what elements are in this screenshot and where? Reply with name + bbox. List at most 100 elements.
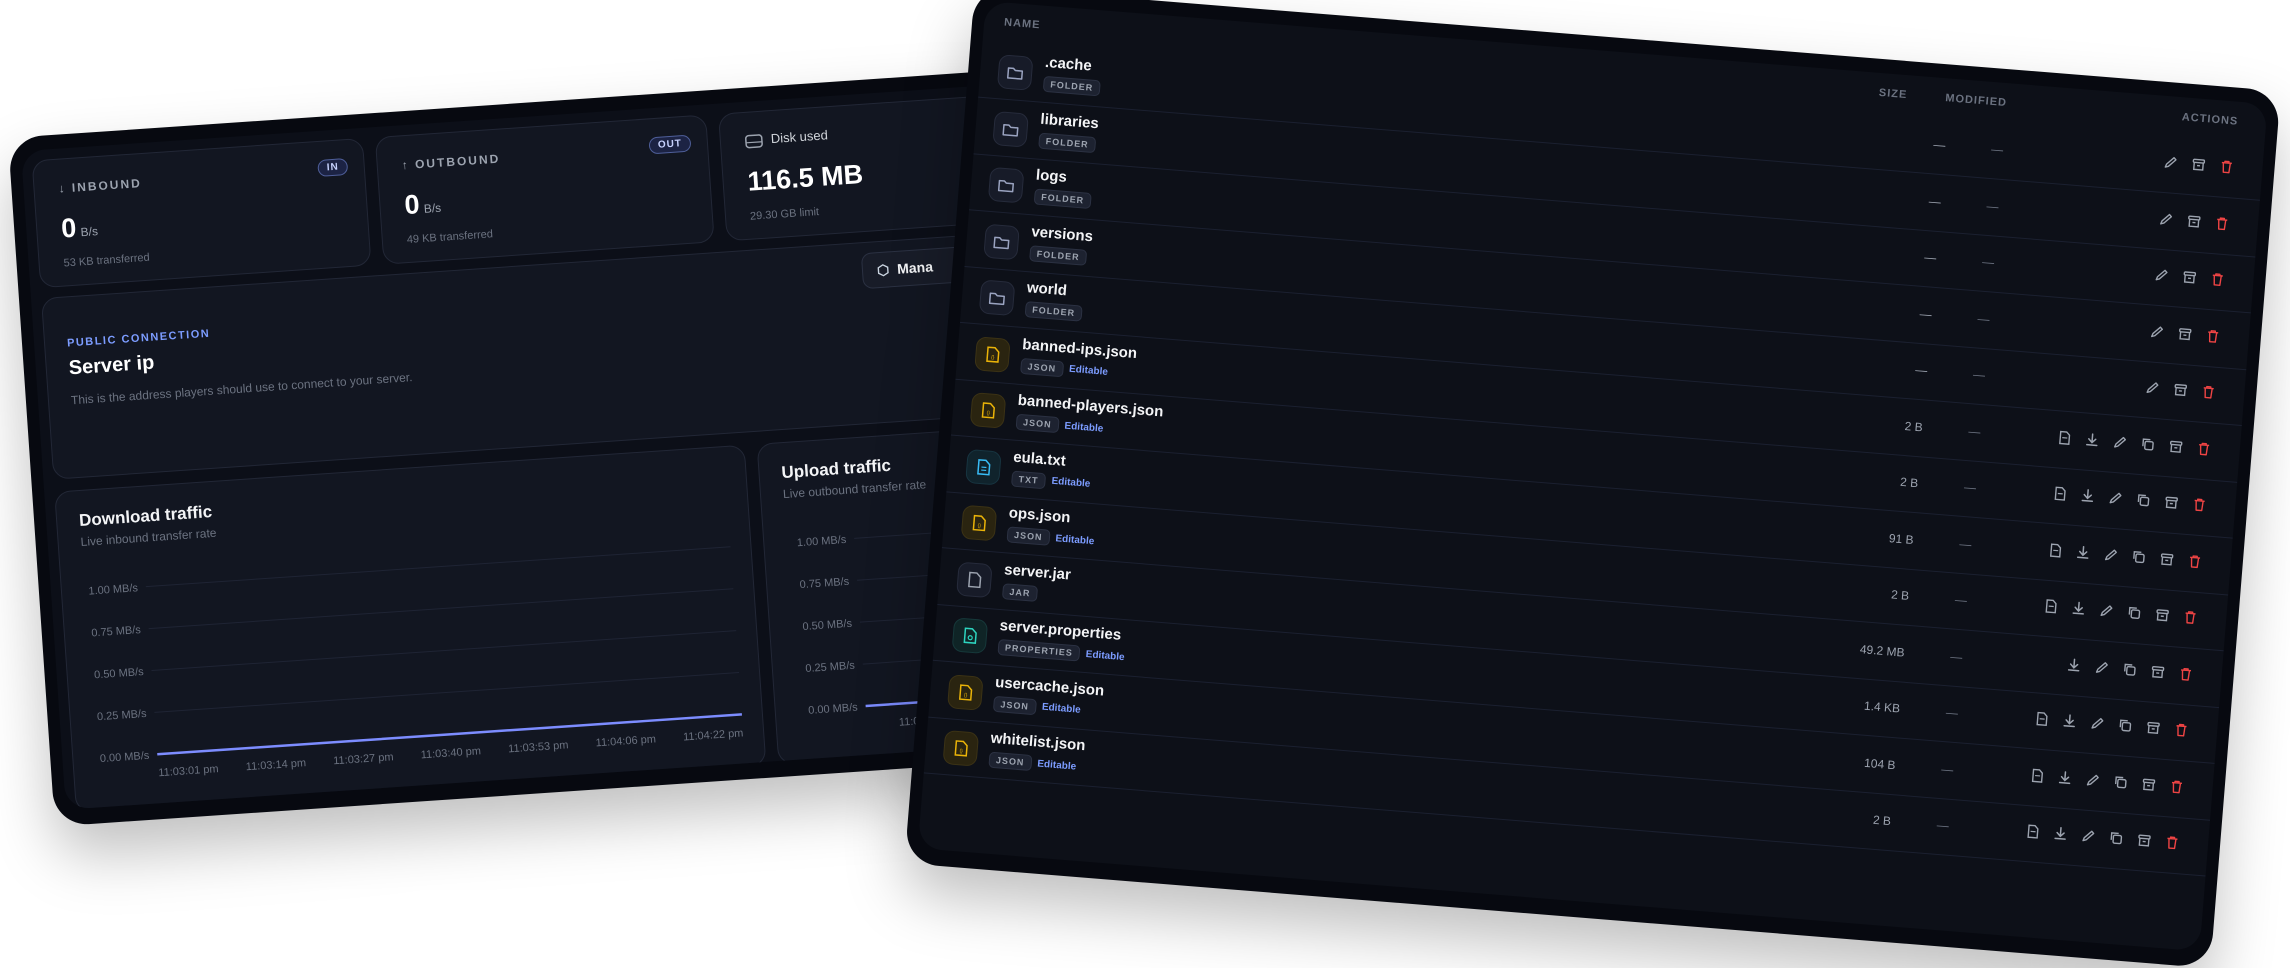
trash-icon[interactable] [2173, 722, 2190, 739]
file-modified: — [1968, 424, 1981, 439]
archive-icon[interactable] [2163, 494, 2180, 511]
trash-icon[interactable] [2218, 158, 2235, 175]
y-tick-label: 0.25 MB/s [805, 660, 856, 675]
file-modified: — [1936, 818, 1949, 833]
archive-icon[interactable] [2181, 269, 2198, 286]
x-tick-label: 11:04:06 pm [595, 733, 656, 749]
file-name[interactable]: usercache.json [995, 673, 1105, 699]
pencil-icon[interactable] [2158, 210, 2175, 227]
copy-icon[interactable] [2108, 830, 2125, 847]
edit-file-icon[interactable] [2029, 767, 2046, 784]
pencil-icon[interactable] [2144, 379, 2161, 396]
pencil-icon[interactable] [2107, 490, 2124, 507]
file-name[interactable]: .cache [1044, 54, 1092, 75]
download-icon[interactable] [2056, 769, 2073, 786]
file-tags: JSONEditable [993, 695, 1081, 718]
file-name[interactable]: versions [1031, 223, 1094, 245]
file-name[interactable]: server.jar [1004, 561, 1072, 583]
file-name[interactable]: ops.json [1008, 504, 1071, 526]
json-file-icon: {} [947, 674, 984, 711]
archive-icon[interactable] [2167, 438, 2184, 455]
disk-limit: 29.30 GB limit [750, 206, 820, 223]
archive-icon[interactable] [2176, 325, 2193, 342]
pencil-icon[interactable] [2080, 827, 2097, 844]
file-type-tag: FOLDER [1034, 188, 1092, 209]
trash-icon[interactable] [2191, 496, 2208, 513]
pencil-icon[interactable] [2102, 546, 2119, 563]
outbound-value: 0B/s [403, 188, 441, 221]
pencil-icon[interactable] [2093, 658, 2110, 675]
edit-file-icon[interactable] [2047, 541, 2064, 558]
pencil-icon[interactable] [2084, 771, 2101, 788]
archive-icon[interactable] [2158, 550, 2175, 567]
trash-icon[interactable] [2195, 440, 2212, 457]
file-manager-tablet: NAME SIZE MODIFIED ACTIONS .cacheFOLDER—… [904, 0, 2280, 968]
archive-icon[interactable] [2140, 776, 2157, 793]
file-modified: — [1950, 649, 1963, 664]
file-name[interactable]: banned-ips.json [1022, 335, 1138, 361]
x-tick-label: 11:03:27 pm [333, 751, 394, 767]
file-size: 49.2 MB [1824, 639, 1905, 659]
editable-label: Editable [1085, 649, 1125, 663]
file-name[interactable]: world [1026, 279, 1067, 299]
trash-icon[interactable] [2209, 271, 2226, 288]
archive-icon[interactable] [2154, 607, 2171, 624]
archive-icon[interactable] [2145, 719, 2162, 736]
x-tick-label: 11:03:14 pm [245, 757, 306, 773]
file-size: — [1847, 357, 1928, 377]
trash-icon[interactable] [2204, 327, 2221, 344]
pencil-icon[interactable] [2112, 433, 2129, 450]
download-icon[interactable] [2075, 544, 2092, 561]
copy-icon[interactable] [2126, 604, 2143, 621]
trash-icon[interactable] [2182, 609, 2199, 626]
trash-icon[interactable] [2164, 834, 2181, 851]
file-actions [2056, 429, 2213, 457]
pencil-icon[interactable] [2153, 266, 2170, 283]
trash-icon[interactable] [2200, 384, 2217, 401]
file-name[interactable]: whitelist.json [990, 730, 1086, 755]
download-icon[interactable] [2070, 600, 2087, 617]
archive-icon[interactable] [2190, 156, 2207, 173]
archive-icon[interactable] [2185, 212, 2202, 229]
pencil-icon[interactable] [2089, 715, 2106, 732]
copy-icon[interactable] [2130, 548, 2147, 565]
archive-icon[interactable] [2136, 832, 2153, 849]
trash-icon[interactable] [2168, 778, 2185, 795]
trash-icon[interactable] [2186, 553, 2203, 570]
archive-icon[interactable] [2172, 381, 2189, 398]
y-tick-label: 1.00 MB/s [796, 534, 847, 549]
file-name[interactable]: libraries [1040, 110, 1100, 132]
y-tick-label: 0.75 MB/s [91, 624, 142, 639]
copy-icon[interactable] [2112, 773, 2129, 790]
header-modified: MODIFIED [1945, 92, 2008, 109]
copy-icon[interactable] [2121, 661, 2138, 678]
file-name[interactable]: eula.txt [1013, 448, 1067, 469]
copy-icon[interactable] [2117, 717, 2134, 734]
edit-file-icon[interactable] [2051, 485, 2068, 502]
pencil-icon[interactable] [2148, 323, 2165, 340]
download-icon[interactable] [2061, 713, 2078, 730]
edit-file-icon[interactable] [2033, 710, 2050, 727]
file-icon [956, 561, 993, 598]
trash-icon[interactable] [2213, 215, 2230, 232]
download-icon[interactable] [2052, 825, 2069, 842]
download-icon[interactable] [2084, 431, 2101, 448]
y-tick-label: 0.50 MB/s [94, 666, 145, 681]
editable-label: Editable [1041, 702, 1081, 716]
pencil-icon[interactable] [2162, 154, 2179, 171]
file-size: 2 B [1829, 582, 1910, 602]
archive-icon[interactable] [2149, 663, 2166, 680]
y-tick-label: 0.25 MB/s [97, 708, 148, 723]
pencil-icon[interactable] [2098, 602, 2115, 619]
download-icon[interactable] [2079, 487, 2096, 504]
edit-file-icon[interactable] [2042, 598, 2059, 615]
trash-icon[interactable] [2177, 665, 2194, 682]
download-icon[interactable] [2065, 656, 2082, 673]
edit-file-icon[interactable] [2056, 429, 2073, 446]
inbound-badge: IN [317, 158, 348, 177]
edit-file-icon[interactable] [2024, 823, 2041, 840]
copy-icon[interactable] [2135, 492, 2152, 509]
file-name[interactable]: logs [1035, 167, 1067, 186]
dashboard-tablet: ↓ INBOUND IN 0B/s 53 KB transferred ↑ OU… [8, 70, 1053, 826]
copy-icon[interactable] [2139, 435, 2156, 452]
